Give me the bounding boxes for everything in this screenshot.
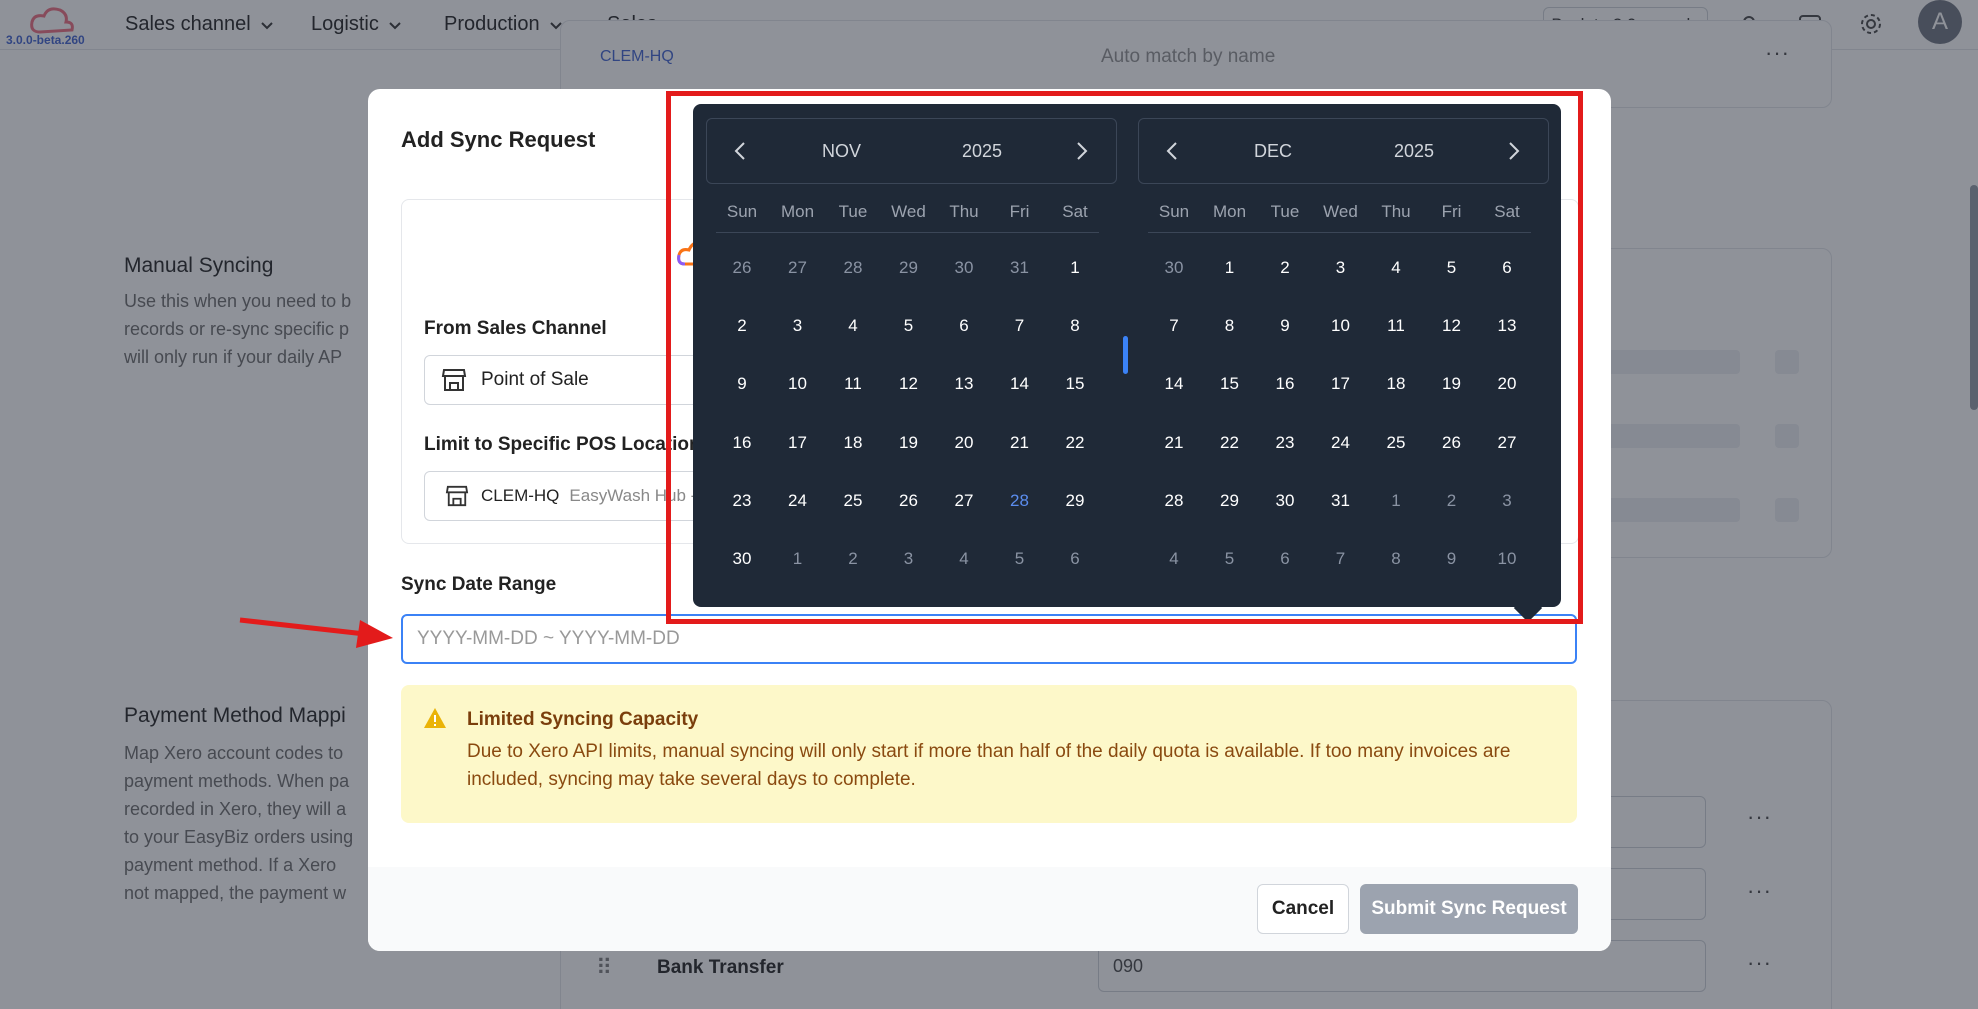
red-arrow-icon [239, 617, 393, 648]
sync-date-range-label: Sync Date Range [401, 574, 557, 595]
store-icon [445, 485, 469, 507]
cancel-button[interactable]: Cancel [1257, 884, 1349, 934]
highlight-box [666, 91, 1583, 624]
dialog-title: Add Sync Request [401, 127, 596, 152]
store-icon [441, 369, 467, 391]
warning-icon [424, 708, 446, 728]
alert-title: Limited Syncing Capacity [467, 709, 699, 730]
alert-text: Due to Xero API limits, manual syncing w… [467, 741, 1511, 790]
from-channel-label: From Sales Channel [424, 318, 607, 339]
limit-location-label: Limit to Specific POS Location [424, 434, 701, 455]
submit-sync-request-button[interactable]: Submit Sync Request [1360, 884, 1578, 934]
location-code: CLEM-HQ [481, 486, 560, 505]
capacity-alert: Limited Syncing Capacity Due to Xero API… [401, 685, 1577, 823]
selected-channel: Point of Sale [481, 369, 589, 390]
